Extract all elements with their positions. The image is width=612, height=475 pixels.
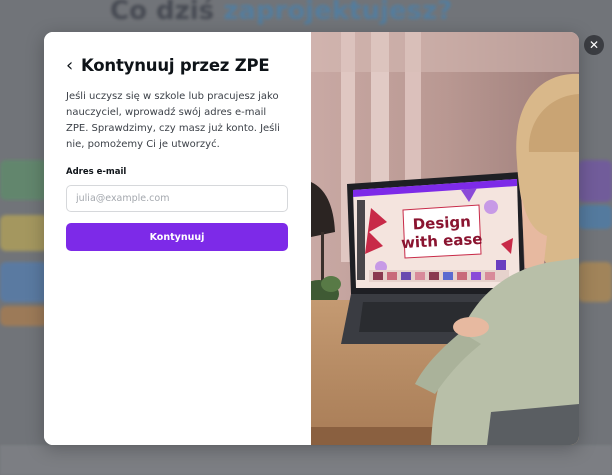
close-icon[interactable]: ✕ [584, 35, 604, 55]
login-modal: ‹ Kontynuuj przez ZPE Jeśli uczysz się w… [44, 32, 579, 445]
illustration-panel: Design with ease [311, 32, 579, 445]
modal-header: ‹ Kontynuuj przez ZPE [66, 56, 289, 75]
chevron-left-icon[interactable]: ‹ [66, 56, 76, 75]
email-field[interactable] [66, 185, 288, 212]
continue-button[interactable]: Kontynuuj [66, 223, 288, 251]
modal-description: Jeśli uczysz się w szkole lub pracujesz … [66, 91, 280, 150]
modal-title: Kontynuuj przez ZPE [81, 56, 270, 75]
illustration-photo: Design with ease [311, 32, 579, 445]
modal-form-panel: ‹ Kontynuuj przez ZPE Jeśli uczysz się w… [44, 32, 311, 445]
email-label: Adres e-mail [66, 167, 127, 177]
